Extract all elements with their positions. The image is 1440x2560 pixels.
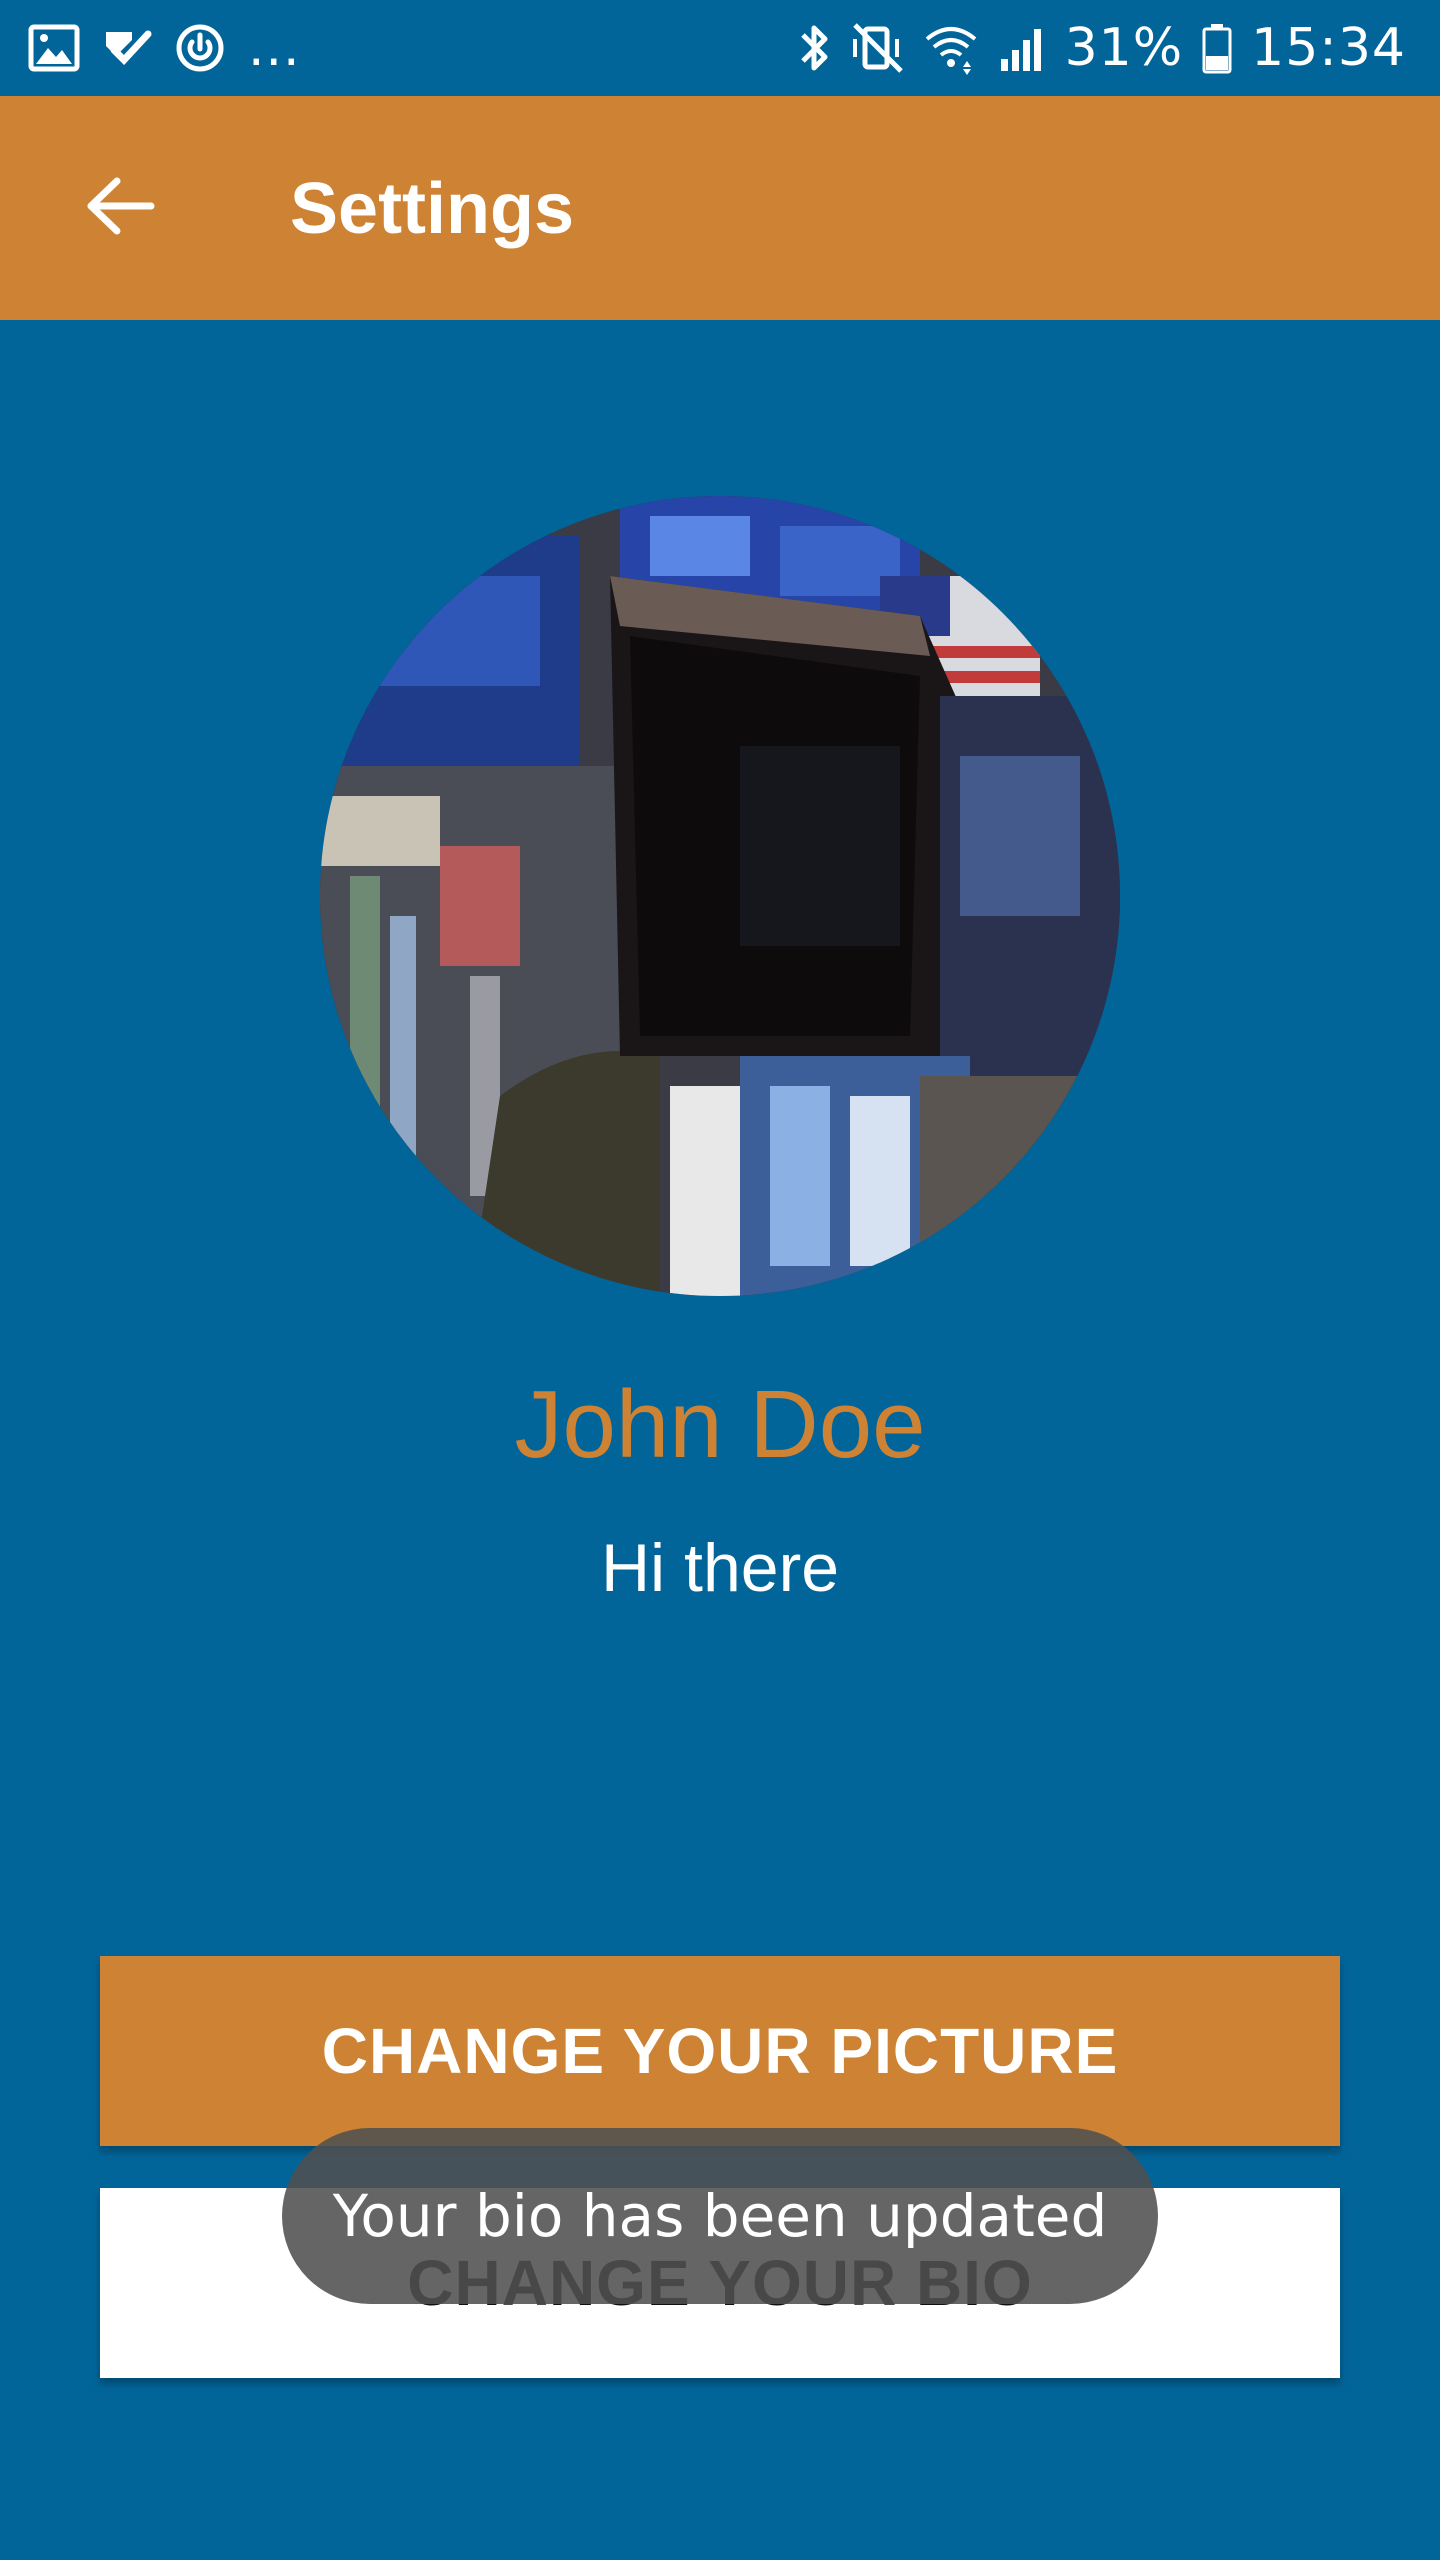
profile-name: John Doe — [514, 1371, 926, 1478]
app-bar: Settings — [0, 96, 1440, 320]
sync-power-icon — [174, 22, 226, 74]
avatar[interactable] — [320, 496, 1120, 1296]
status-overflow-text: ... — [248, 18, 301, 78]
status-right-icons: 31% 15:34 — [797, 18, 1406, 78]
battery-percent: 31% — [1064, 18, 1184, 78]
toast-message: Your bio has been updated — [282, 2128, 1158, 2304]
change-picture-button[interactable]: CHANGE YOUR PICTURE — [100, 1956, 1340, 2146]
image-icon — [28, 24, 80, 72]
bluetooth-icon — [797, 21, 831, 75]
status-left-icons: ... — [28, 18, 301, 78]
task-check-icon — [102, 24, 152, 72]
page-title: Settings — [290, 169, 575, 249]
wifi-icon — [923, 21, 979, 75]
back-button[interactable] — [60, 148, 180, 268]
profile-bio: Hi there — [600, 1530, 840, 1606]
battery-icon — [1201, 22, 1233, 74]
status-time: 15:34 — [1251, 18, 1406, 78]
status-bar: ... 31% 15:34 — [0, 0, 1440, 96]
signal-icon — [997, 23, 1047, 73]
vibrate-mute-icon — [849, 21, 905, 75]
arrow-back-icon — [85, 175, 155, 242]
